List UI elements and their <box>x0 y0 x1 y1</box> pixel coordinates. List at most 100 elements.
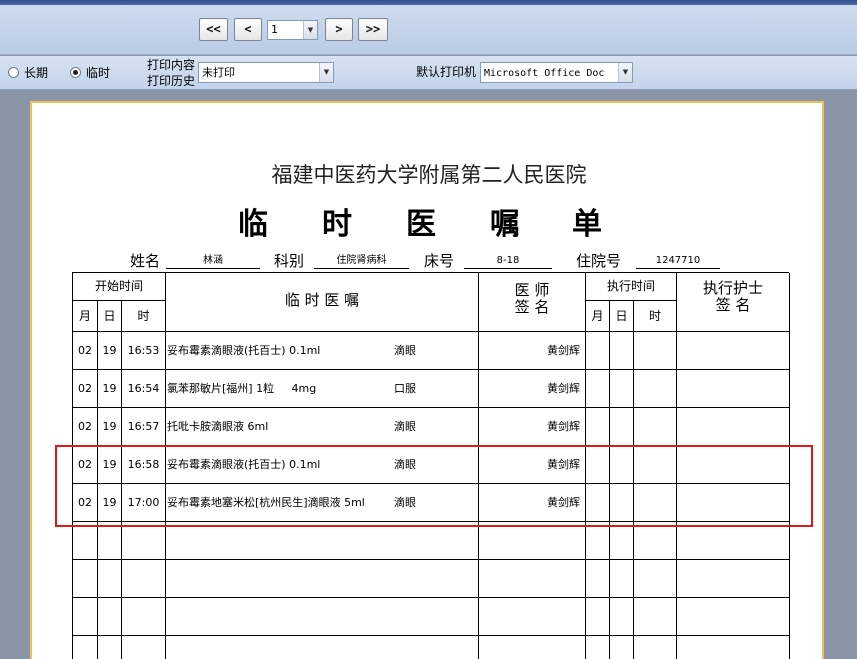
order-row[interactable]: 02 19 17:00 妥布霉素地塞米松[杭州民生]滴眼液 5ml 滴眼 黄剑辉 <box>73 484 790 522</box>
order-row[interactable]: 02 19 16:57 托吡卡胺滴眼液 6ml 滴眼 黄剑辉 <box>73 408 790 446</box>
order-table: 开始时间 月 日 时 临 时 医 嘱 医 师 签 名 执行时间 月 日 时 执行… <box>72 272 790 659</box>
next-page-button[interactable]: > <box>325 18 353 41</box>
empty-cell <box>634 598 677 636</box>
empty-cell <box>610 636 634 659</box>
empty-cell <box>610 560 634 598</box>
order-month: 02 <box>73 332 98 370</box>
print-preview-area[interactable]: 福建中医药大学附属第二人民医院 临 时 医 嘱 单 姓名 林涵 科别 住院肾病科… <box>0 91 857 659</box>
nurse-sign-cell <box>677 408 790 446</box>
temporary-radio[interactable] <box>70 67 81 78</box>
first-page-button[interactable]: << <box>199 18 228 41</box>
admission-no-value: 1247710 <box>636 253 720 269</box>
empty-cell <box>586 560 610 598</box>
chevron-down-icon[interactable]: ▼ <box>303 21 317 39</box>
doctor-signature: 黄剑辉 <box>479 408 586 446</box>
title-char: 时 <box>322 207 352 242</box>
exec-time-header: 执行时间 <box>586 273 677 301</box>
chevron-down-icon[interactable]: ▼ <box>618 63 632 82</box>
order-time: 16:54 <box>122 370 166 408</box>
nurse-sign-cell <box>677 484 790 522</box>
exec-day-cell <box>610 484 634 522</box>
empty-cell <box>98 636 122 659</box>
empty-cell <box>479 522 586 560</box>
order-row[interactable]: 02 19 16:58 妥布霉素滴眼液(托百士) 0.1ml 滴眼 黄剑辉 <box>73 446 790 484</box>
order-text: 妥布霉素地塞米松[杭州民生]滴眼液 5ml 滴眼 <box>166 484 479 522</box>
exec-month-cell <box>586 332 610 370</box>
printer-value: Microsoft Office Doc <box>484 68 605 79</box>
empty-row <box>73 598 790 636</box>
empty-cell <box>73 598 98 636</box>
exec-day-cell <box>610 446 634 484</box>
page-number-select[interactable]: 1 ▼ <box>267 20 318 40</box>
order-row[interactable]: 02 19 16:54 氯苯那敏片[福州] 1粒 4mg 口服 黄剑辉 <box>73 370 790 408</box>
drug-name: 氯苯那敏片[福州] 1粒 4mg <box>167 382 317 395</box>
empty-cell <box>166 598 479 636</box>
temporary-label: 临时 <box>86 66 111 80</box>
drug-name: 托吡卡胺滴眼液 6ml <box>167 420 269 433</box>
prev-page-button[interactable]: < <box>234 18 262 41</box>
print-filter-select[interactable]: 未打印 ▼ <box>198 62 334 83</box>
page-number-value: 1 <box>271 23 278 36</box>
time-header: 时 <box>122 301 166 332</box>
order-month: 02 <box>73 446 98 484</box>
empty-cell <box>634 560 677 598</box>
bed-value: 8-18 <box>464 253 552 269</box>
empty-cell <box>122 522 166 560</box>
printer-select[interactable]: Microsoft Office Doc ▼ <box>480 62 633 83</box>
empty-cell <box>73 636 98 659</box>
order-text: 妥布霉素滴眼液(托百士) 0.1ml 滴眼 <box>166 446 479 484</box>
empty-cell <box>586 636 610 659</box>
hospital-name: 福建中医药大学附属第二人民医院 <box>271 163 587 187</box>
empty-row <box>73 560 790 598</box>
drug-name: 妥布霉素地塞米松[杭州民生]滴眼液 5ml <box>167 496 365 509</box>
chevron-down-icon[interactable]: ▼ <box>319 63 333 82</box>
print-options-bar: 长期 临时 打印内容 打印历史 未打印 ▼ 默认打印机 Microsoft Of… <box>0 56 857 90</box>
order-time: 17:00 <box>122 484 166 522</box>
title-char: 单 <box>572 207 602 242</box>
start-time-header: 开始时间 <box>73 273 166 301</box>
drug-name: 妥布霉素滴眼液(托百士) 0.1ml <box>167 344 321 357</box>
exec-month-cell <box>586 484 610 522</box>
order-row[interactable]: 02 19 16:53 妥布霉素滴眼液(托百士) 0.1ml 滴眼 黄剑辉 <box>73 332 790 370</box>
department-label: 科别 <box>274 252 305 270</box>
exec-month-cell <box>586 408 610 446</box>
last-page-button[interactable]: >> <box>358 18 388 41</box>
empty-cell <box>122 636 166 659</box>
empty-cell <box>479 598 586 636</box>
nurse-sign-header-line: 执行护士 <box>702 279 763 297</box>
order-time: 16:53 <box>122 332 166 370</box>
order-text: 氯苯那敏片[福州] 1粒 4mg 口服 <box>166 370 479 408</box>
long-term-label: 长期 <box>24 66 49 80</box>
pager-toolbar: << < 1 ▼ > >> <box>0 5 857 55</box>
empty-cell <box>677 598 790 636</box>
route: 滴眼 <box>394 458 416 471</box>
order-day: 19 <box>98 484 122 522</box>
nurse-sign-cell <box>677 370 790 408</box>
order-text: 妥布霉素滴眼液(托百士) 0.1ml 滴眼 <box>166 332 479 370</box>
order-day: 19 <box>98 370 122 408</box>
empty-cell <box>634 522 677 560</box>
empty-cell <box>479 636 586 659</box>
empty-row <box>73 522 790 560</box>
doctor-sign-header-line: 医 师 <box>514 281 550 299</box>
empty-cell <box>479 560 586 598</box>
order-day: 19 <box>98 446 122 484</box>
exec-time-cell <box>634 408 677 446</box>
exec-day-cell <box>610 408 634 446</box>
title-char: 临 <box>238 207 268 242</box>
exec-day-header: 日 <box>610 301 634 332</box>
exec-month-header: 月 <box>586 301 610 332</box>
bed-label: 床号 <box>424 252 455 270</box>
print-filter-value: 未打印 <box>202 66 235 79</box>
default-printer-label: 默认打印机 <box>416 65 477 79</box>
exec-month-cell <box>586 370 610 408</box>
admission-no-label: 住院号 <box>576 252 622 270</box>
empty-cell <box>166 522 479 560</box>
empty-cell <box>610 522 634 560</box>
exec-day-cell <box>610 332 634 370</box>
title-char: 医 <box>406 207 436 242</box>
empty-cell <box>677 560 790 598</box>
empty-cell <box>166 560 479 598</box>
empty-cell <box>98 560 122 598</box>
long-term-radio[interactable] <box>8 67 19 78</box>
